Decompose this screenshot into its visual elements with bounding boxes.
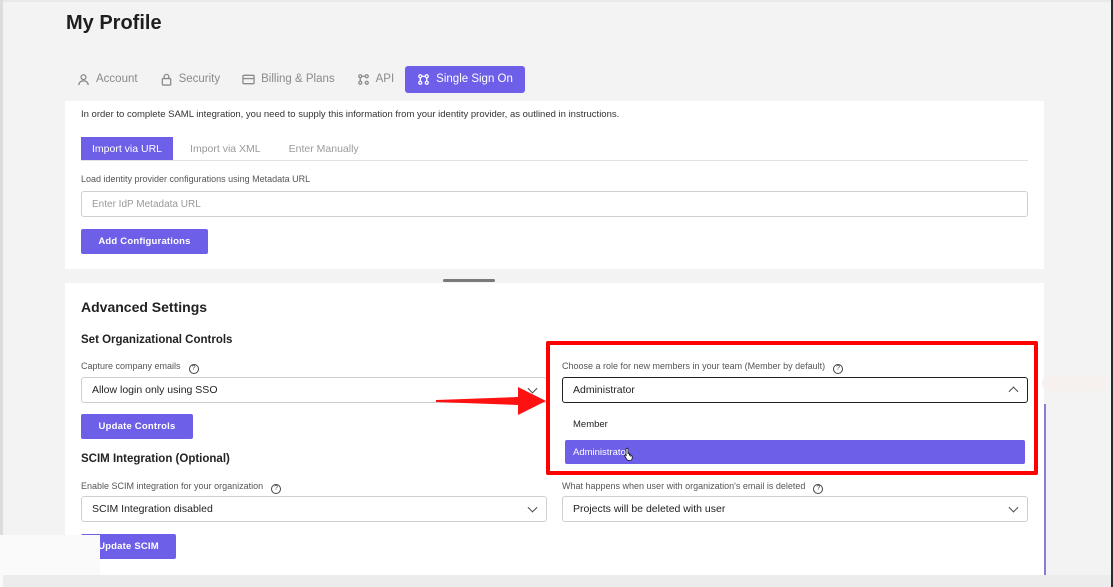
section-divider-handle[interactable] (443, 279, 495, 282)
tab-account[interactable]: Account (66, 66, 149, 93)
sso-icon (418, 73, 430, 85)
tab-label: Billing & Plans (261, 73, 335, 85)
top-strip (0, 0, 1113, 2)
red-arrow-annotation (436, 387, 546, 415)
chevron-down-icon (1008, 502, 1019, 513)
user-deleted-select[interactable]: Projects will be deleted with user (562, 496, 1028, 522)
saml-subtabs: Import via URL Import via XML Enter Manu… (81, 137, 1028, 161)
page-title: My Profile (66, 12, 162, 34)
api-icon (357, 73, 369, 85)
chevron-down-icon (527, 502, 538, 513)
subtab-import-url[interactable]: Import via URL (81, 137, 174, 160)
scim-title: SCIM Integration (Optional) (81, 453, 230, 465)
help-icon[interactable]: ? (813, 483, 824, 494)
metadata-url-label: Load identity provider configurations us… (81, 174, 311, 184)
user-deleted-label-text: What happens when user with organization… (562, 481, 806, 491)
capture-emails-label-text: Capture company emails (81, 361, 181, 371)
advanced-settings-title: Advanced Settings (81, 299, 208, 315)
saml-card: In order to complete SAML integration, y… (65, 101, 1044, 269)
add-configurations-button[interactable]: Add Configurations (81, 229, 208, 254)
tab-label: Security (178, 73, 221, 85)
scroll-rail[interactable] (1044, 404, 1046, 587)
update-controls-button[interactable]: Update Controls (81, 414, 193, 439)
tab-label: API (375, 73, 395, 85)
left-gutter (0, 0, 3, 587)
user-icon (78, 73, 89, 85)
scim-label: Enable SCIM integration for your organiz… (81, 481, 282, 494)
user-deleted-label: What happens when user with organization… (562, 481, 824, 494)
tab-api[interactable]: API (346, 66, 406, 93)
subtab-enter-manually[interactable]: Enter Manually (278, 137, 370, 160)
help-icon[interactable]: ? (188, 363, 199, 374)
bottom-band (3, 575, 1111, 587)
subtab-import-xml[interactable]: Import via XML (179, 137, 272, 160)
lock-icon (161, 73, 171, 86)
user-deleted-value: Projects will be deleted with user (573, 503, 726, 515)
tab-single-sign-on[interactable]: Single Sign On (405, 65, 525, 93)
saml-intro-text: In order to complete SAML integration, y… (81, 109, 620, 120)
profile-tabs: Account Security Billing & Plans API Sin… (66, 65, 525, 93)
card-icon (242, 74, 255, 84)
scim-label-text: Enable SCIM integration for your organiz… (81, 481, 264, 491)
tab-label: Account (96, 73, 138, 85)
scim-select-value: SCIM Integration disabled (92, 503, 213, 515)
help-icon[interactable]: ? (271, 483, 282, 494)
capture-emails-label: Capture company emails? (81, 361, 199, 374)
highlight-box (546, 341, 1038, 475)
tab-security[interactable]: Security (149, 66, 232, 93)
org-controls-title: Set Organizational Controls (81, 334, 233, 346)
scim-select[interactable]: SCIM Integration disabled (81, 496, 547, 522)
capture-emails-value: Allow login only using SSO (92, 384, 218, 396)
tab-label: Single Sign On (436, 73, 513, 85)
blurred-overlay (1042, 375, 1106, 391)
tab-billing[interactable]: Billing & Plans (231, 66, 346, 93)
metadata-url-input[interactable]: Enter IdP Metadata URL (81, 191, 1028, 217)
